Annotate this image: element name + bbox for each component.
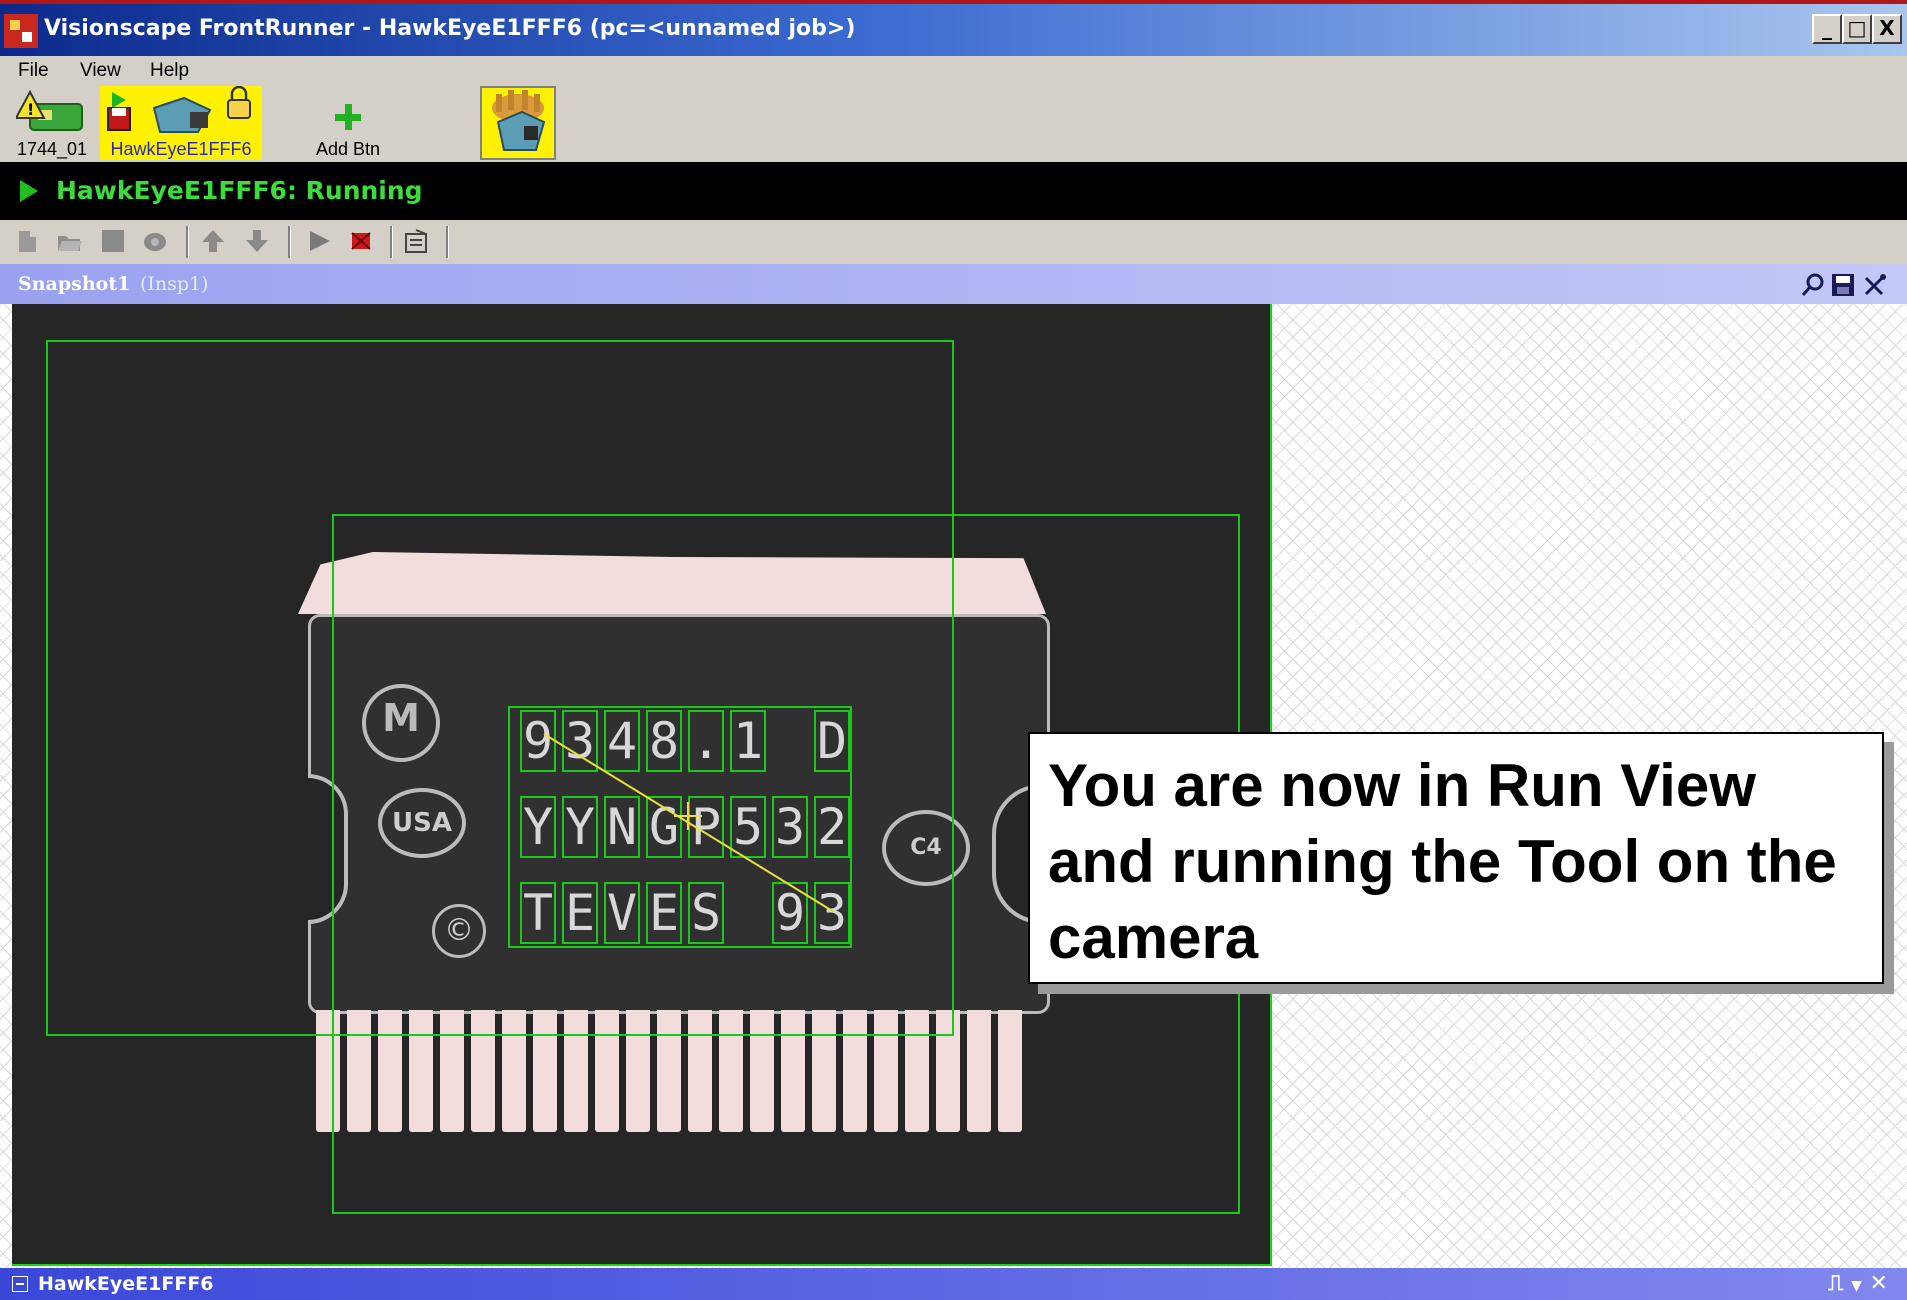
- tools-icon[interactable]: [1862, 272, 1888, 298]
- bottom-icons: ⎍ ▼ ✕: [1828, 1271, 1888, 1296]
- stop-square-icon[interactable]: [100, 228, 126, 254]
- camera-hand-icon: [492, 90, 546, 151]
- instruction-callout: You are now in Run View and running the …: [1028, 732, 1884, 984]
- download-icon[interactable]: [244, 228, 270, 254]
- maximize-button[interactable]: □: [1842, 14, 1872, 44]
- play-icon: [20, 180, 38, 202]
- run-icon[interactable]: [306, 228, 332, 254]
- add-icon: [335, 104, 361, 130]
- snapshot-header: Snapshot1 (Insp1): [0, 264, 1907, 304]
- svg-text:!: !: [27, 100, 34, 119]
- snapshot-title: Snapshot1: [18, 273, 131, 295]
- bottom-device-label: HawkEyeE1FFF6: [38, 1273, 214, 1295]
- callout-text: You are now in Run View and running the …: [1048, 752, 1837, 971]
- warning-device-icon: !: [16, 90, 83, 131]
- device-bar: ! 1744_01 HawkEyeE1FFF6 Add Btn: [0, 86, 1907, 162]
- status-text: HawkEyeE1FFF6: Running: [56, 176, 423, 205]
- camera-device-icon: [107, 86, 251, 133]
- open-folder-icon[interactable]: [56, 228, 82, 254]
- stop-icon[interactable]: [348, 228, 374, 254]
- minimize-button[interactable]: _: [1812, 14, 1842, 44]
- toolbar: [0, 220, 1907, 264]
- device-hawkeye[interactable]: HawkEyeE1FFF6: [100, 86, 262, 160]
- collapse-icon[interactable]: [12, 1276, 28, 1292]
- camera-thumbnail[interactable]: [480, 86, 556, 160]
- zoom-icon[interactable]: [1800, 272, 1826, 298]
- window-title: Visionscape FrontRunner - HawkEyeE1FFF6 …: [44, 16, 856, 41]
- toolbar-separator: [390, 226, 393, 258]
- ocr-direction-line: [543, 733, 835, 913]
- tools-icon[interactable]: ✕: [1870, 1271, 1888, 1296]
- bottom-bar: HawkEyeE1FFF6 ⎍ ▼ ✕: [0, 1268, 1907, 1300]
- device-1744-01[interactable]: ! 1744_01: [6, 88, 98, 160]
- dropdown-icon[interactable]: ▼: [1851, 1278, 1862, 1294]
- upload-icon[interactable]: [200, 228, 226, 254]
- menu-file[interactable]: File: [18, 56, 49, 86]
- menu-bar: File View Help: [0, 56, 1907, 86]
- title-bar: Visionscape FrontRunner - HawkEyeE1FFF6 …: [0, 0, 1907, 56]
- device-label-hawkeye: HawkEyeE1FFF6: [110, 139, 252, 159]
- toolbar-separator: [446, 226, 449, 258]
- device-label-1744-01: 1744_01: [16, 139, 88, 159]
- roi-ocr-region[interactable]: 9348.1 D YYNGP532 TEVES 93: [508, 706, 852, 948]
- new-file-icon[interactable]: [14, 228, 40, 254]
- pulse-icon[interactable]: ⎍: [1828, 1271, 1843, 1296]
- close-button[interactable]: X: [1872, 14, 1902, 44]
- save-icon[interactable]: [1830, 272, 1856, 298]
- toolbar-separator: [186, 226, 189, 258]
- app-icon: [4, 14, 38, 48]
- snapshot-subtitle: (Insp1): [140, 273, 209, 295]
- add-button-label: Add Btn: [315, 139, 381, 159]
- properties-icon[interactable]: [404, 228, 430, 254]
- menu-help[interactable]: Help: [150, 56, 189, 86]
- toolbar-separator: [288, 226, 291, 258]
- add-button[interactable]: Add Btn: [300, 88, 396, 160]
- camera-capture-icon[interactable]: [142, 228, 168, 254]
- menu-view[interactable]: View: [80, 56, 121, 86]
- status-bar: HawkEyeE1FFF6: Running: [0, 162, 1907, 220]
